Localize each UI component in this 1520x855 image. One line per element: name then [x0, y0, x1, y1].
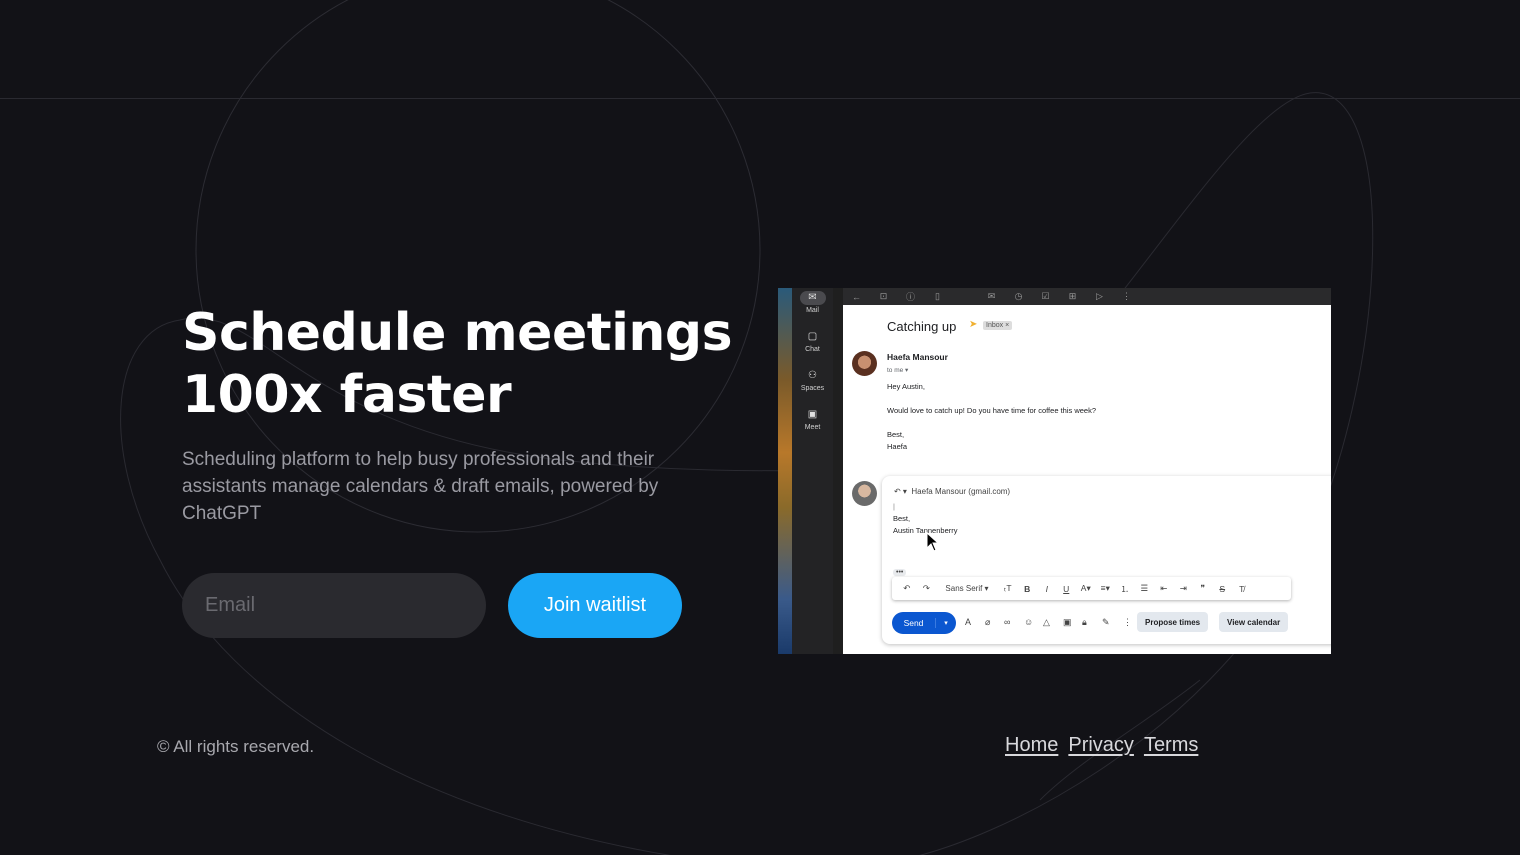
- mail-subject: Catching up: [887, 319, 957, 334]
- add-task-icon: ☑: [1041, 291, 1050, 301]
- footer-link-terms[interactable]: Terms: [1144, 734, 1198, 757]
- font-select: Sans Serif ▾: [945, 584, 989, 593]
- body-line: Hey Austin,: [887, 382, 925, 391]
- footer-nav: Home Privacy Terms: [1005, 734, 1198, 757]
- format-icon: A: [965, 617, 972, 627]
- report-icon: ⓘ: [905, 292, 915, 302]
- chat-icon: ▢: [807, 331, 818, 342]
- emoji-icon: ☺: [1024, 617, 1034, 627]
- clear-format-icon: T̸: [1239, 583, 1245, 594]
- send-button: Send ▾: [892, 612, 956, 634]
- rail-item-meet: ▣ Meet: [792, 408, 833, 431]
- numbered-list-icon: ⒈: [1120, 583, 1129, 594]
- hero-title: Schedule meetings 100x faster: [182, 302, 733, 426]
- footer-link-home[interactable]: Home: [1005, 734, 1058, 757]
- mail-toolbar: ← ⊡ ⓘ ▯ ✉ ◷ ☑ ⊞ ▷ ⋮: [843, 288, 1331, 305]
- underline-icon: U: [1063, 583, 1070, 594]
- confidential-icon: 🔒︎: [1082, 617, 1087, 627]
- mouse-cursor-icon: [926, 532, 940, 552]
- hero-title-line2: 100x faster: [182, 365, 512, 425]
- back-icon: ←: [852, 291, 861, 302]
- indent-more-icon: ⇥: [1179, 583, 1187, 593]
- sender-avatar: [852, 351, 877, 376]
- hero-subtitle: Scheduling platform to help busy profess…: [182, 449, 659, 524]
- bold-icon: B: [1024, 583, 1031, 594]
- signature-icon: ✎: [1102, 617, 1110, 627]
- copyright-text: © All rights reserved.: [157, 737, 315, 756]
- recipient-line: to me ▾: [887, 367, 909, 374]
- spaces-icon: ⚇: [808, 370, 817, 381]
- align-icon: ≡▾: [1100, 583, 1110, 593]
- wallpaper: [778, 288, 792, 654]
- italic-icon: I: [1045, 583, 1048, 594]
- email-input[interactable]: [182, 573, 486, 638]
- mail-icon: ✉: [799, 291, 826, 305]
- view-calendar-button: View calendar: [1219, 612, 1289, 632]
- archive-icon: ⊡: [879, 291, 888, 301]
- reply-line: Best,: [893, 514, 911, 523]
- meet-icon: ▣: [807, 409, 818, 420]
- reply-recipient: ↶ ▾ Haefa Mansour (gmail.com): [894, 487, 1011, 496]
- font-size-icon: ₜT: [1003, 583, 1012, 593]
- strikethrough-icon: S: [1219, 583, 1226, 594]
- text-caret: |: [893, 502, 895, 511]
- sender-name: Haefa Mansour: [887, 352, 948, 362]
- header-divider: [0, 98, 1520, 99]
- user-avatar: [852, 481, 877, 506]
- format-toolbar: ↶ ↷ Sans Serif ▾ ₜT B I U A▾ ≡▾ ⒈ ☰ ⇤ ⇥ …: [892, 577, 1291, 600]
- text-color-icon: A▾: [1080, 583, 1091, 593]
- mark-unread-icon: ✉: [987, 291, 996, 301]
- quote-icon: ❞: [1200, 583, 1206, 593]
- reply-box: ↶ ▾ Haefa Mansour (gmail.com) | Best, Au…: [882, 476, 1331, 644]
- body-line: Would love to catch up! Do you have time…: [887, 406, 1097, 415]
- snooze-icon: ◷: [1014, 291, 1023, 301]
- important-icon: ➤: [969, 319, 978, 330]
- rail-item-chat: ▢ Chat: [792, 330, 833, 353]
- indent-less-icon: ⇤: [1160, 583, 1168, 593]
- link-icon: ∞: [1004, 617, 1011, 627]
- footer-link-privacy[interactable]: Privacy: [1068, 734, 1134, 757]
- photo-icon: ▣: [1063, 617, 1072, 627]
- body-line: Haefa: [887, 442, 908, 451]
- inbox-badge: Inbox ×: [983, 321, 1013, 330]
- label-icon: ▷: [1096, 291, 1103, 301]
- show-trimmed-icon: •••: [893, 569, 907, 576]
- rail-item-spaces: ⚇ Spaces: [800, 370, 825, 392]
- delete-icon: ▯: [935, 291, 940, 301]
- mail-view: Catching up ➤ Inbox × Haefa Mansour to m…: [843, 305, 1331, 654]
- product-screenshot: ✉ Mail ▢ Chat ⚇ Spaces ▣ Meet ← ⊡ ⓘ ▯ ✉ …: [778, 288, 1331, 654]
- more-options-icon: ⋮: [1123, 617, 1132, 627]
- move-icon: ⊞: [1068, 291, 1077, 301]
- send-options-icon: ▾: [944, 620, 948, 627]
- attach-icon: ⌀: [985, 617, 991, 627]
- drive-icon: △: [1043, 617, 1050, 627]
- redo-icon: ↷: [922, 583, 930, 593]
- more-icon: ⋮: [1122, 291, 1131, 301]
- rail-item-mail: ✉ Mail: [792, 291, 833, 314]
- propose-times-button: Propose times: [1137, 612, 1209, 632]
- hero-title-line1: Schedule meetings: [182, 303, 733, 363]
- body-line: Best,: [887, 430, 905, 439]
- bulleted-list-icon: ☰: [1140, 583, 1149, 593]
- gmail-rail: ✉ Mail ▢ Chat ⚇ Spaces ▣ Meet: [792, 288, 833, 654]
- undo-icon: ↶: [903, 583, 911, 593]
- join-waitlist-button[interactable]: Join waitlist: [508, 573, 682, 638]
